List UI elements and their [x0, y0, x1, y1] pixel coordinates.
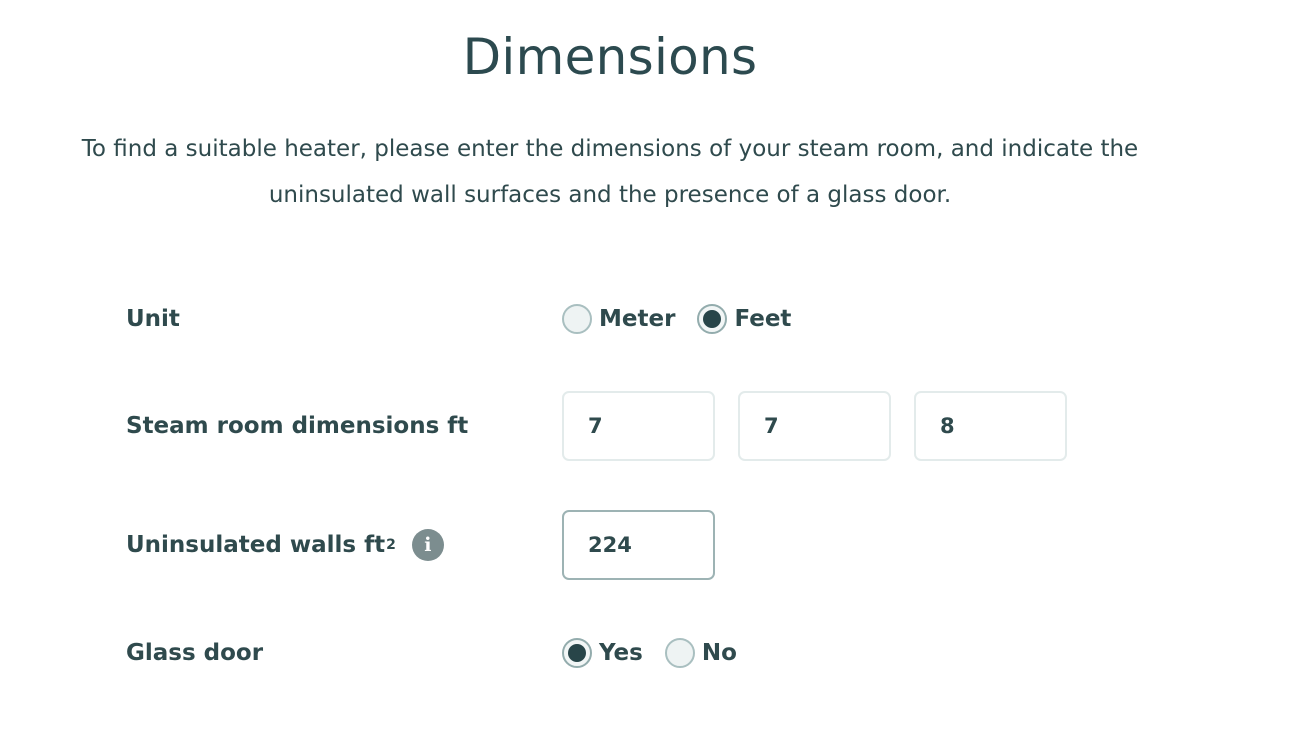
squared-superscript: 2: [386, 537, 396, 553]
info-glyph: i: [424, 534, 432, 556]
uninsulated-walls-input[interactable]: [562, 510, 715, 580]
dimensions-label: Steam room dimensions ft: [126, 413, 469, 439]
intro-text: To find a suitable heater, please enter …: [40, 126, 1180, 218]
glass-door-radio-group: Yes No: [562, 633, 759, 673]
info-icon[interactable]: i: [411, 529, 444, 561]
radio-meter-label: Meter: [599, 306, 676, 332]
intro-line-1: To find a suitable heater, please enter …: [81, 136, 1139, 162]
radio-no-label: No: [701, 640, 737, 666]
radio-meter[interactable]: [562, 304, 592, 334]
page-title: Dimensions: [462, 28, 758, 86]
glass-door-option-no[interactable]: No: [664, 638, 737, 668]
uninsulated-row: Uninsulated walls ft 2 i: [126, 510, 1176, 582]
radio-no[interactable]: [664, 638, 695, 668]
radio-yes-label: Yes: [599, 640, 643, 666]
unit-option-feet[interactable]: Feet: [697, 304, 791, 334]
unit-option-meter[interactable]: Meter: [562, 304, 675, 334]
glass-door-label: Glass door: [126, 640, 264, 666]
glass-door-option-yes[interactable]: Yes: [562, 638, 643, 668]
uninsulated-label-text: Uninsulated walls ft: [126, 532, 386, 558]
radio-yes[interactable]: [562, 638, 592, 668]
intro-line-2: uninsulated wall surfaces and the presen…: [268, 182, 952, 208]
unit-radio-group: Meter Feet: [562, 299, 813, 339]
width-input[interactable]: [738, 391, 891, 461]
uninsulated-label: Uninsulated walls ft 2 i: [126, 525, 444, 565]
unit-label: Unit: [126, 306, 180, 332]
glass-door-row: Glass door Yes No: [126, 633, 1176, 705]
radio-feet-label: Feet: [734, 306, 792, 332]
unit-row: Unit Meter Feet: [126, 299, 1176, 371]
height-input[interactable]: [914, 391, 1067, 461]
radio-feet[interactable]: [697, 304, 728, 334]
dimensions-row: Steam room dimensions ft: [126, 391, 1176, 463]
length-input[interactable]: [562, 391, 715, 461]
